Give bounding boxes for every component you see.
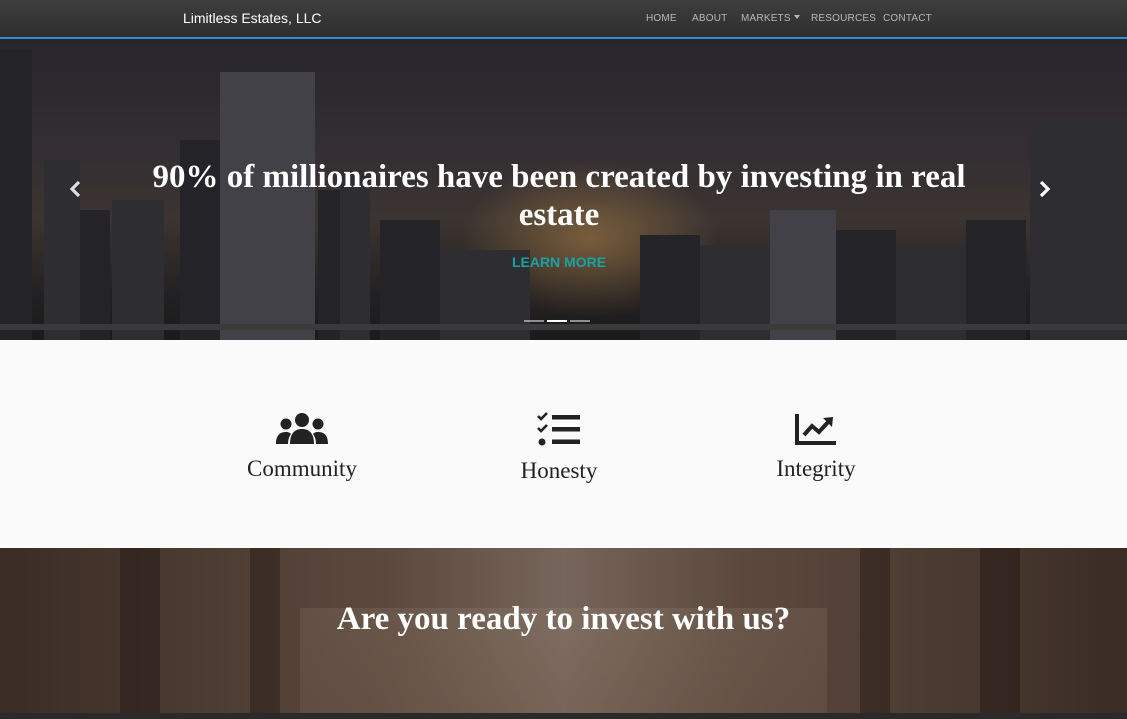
carousel-indicator-3[interactable] <box>570 320 590 322</box>
values-section: Community Honesty Integrity <box>0 340 1127 548</box>
value-label-community: Community <box>247 456 357 481</box>
carousel-indicator-1[interactable] <box>524 320 544 322</box>
chevron-right-icon <box>1039 180 1051 198</box>
hero-title: 90% of millionaires have been created by… <box>152 159 966 233</box>
value-label-honesty: Honesty <box>520 458 598 483</box>
value-label-integrity: Integrity <box>776 456 856 481</box>
bottom-bar <box>0 713 1127 719</box>
value-community: Community <box>202 412 402 482</box>
cta-title: Are you ready to invest with us? <box>336 601 791 637</box>
brand-link[interactable]: Limitless Estates, LLC <box>183 10 322 26</box>
nav-item-contact[interactable]: CONTACT <box>883 13 932 24</box>
carousel-indicator-2[interactable] <box>547 320 567 322</box>
nav-item-markets[interactable]: MARKETS <box>741 13 800 24</box>
chart-line-icon <box>795 414 836 445</box>
users-icon <box>276 413 328 444</box>
carousel-next-button[interactable] <box>1034 179 1054 203</box>
nav-item-about[interactable]: ABOUT <box>692 13 727 24</box>
learn-more-link[interactable]: LEARN MORE <box>459 254 659 270</box>
value-integrity: Integrity <box>716 412 916 482</box>
value-honesty: Honesty <box>459 412 659 484</box>
cta-section: Are you ready to invest with us? <box>0 548 1127 713</box>
hero-carousel: 90% of millionaires have been created by… <box>0 39 1127 340</box>
carousel-indicators <box>524 320 590 322</box>
navbar: Limitless Estates, LLC HOME ABOUT MARKET… <box>0 0 1127 39</box>
tasks-icon <box>537 412 580 446</box>
carousel-prev-button[interactable] <box>66 179 86 203</box>
nav-item-home[interactable]: HOME <box>646 13 677 24</box>
caret-down-icon <box>793 15 800 19</box>
chevron-left-icon <box>69 180 81 198</box>
nav-item-resources[interactable]: RESOURCES <box>811 13 876 24</box>
nav-item-markets-label: MARKETS <box>741 13 791 24</box>
